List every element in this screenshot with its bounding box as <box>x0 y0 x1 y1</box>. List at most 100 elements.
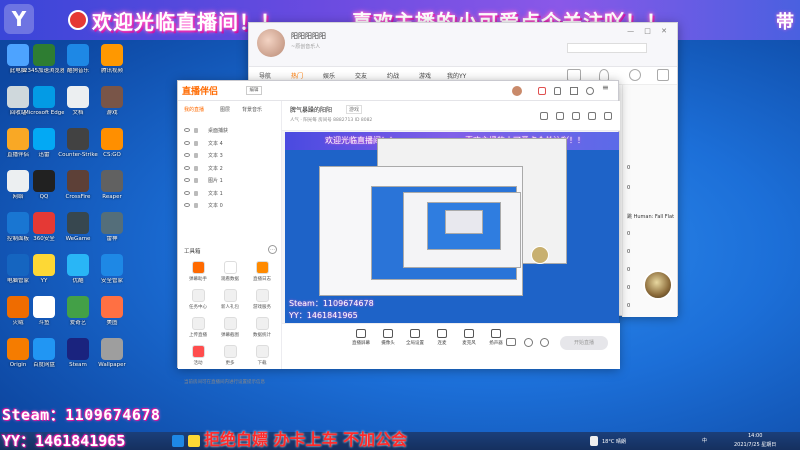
eye-icon[interactable] <box>184 190 190 195</box>
bell-icon[interactable] <box>586 87 594 95</box>
tool-item[interactable]: 弹幕截图 <box>216 317 244 338</box>
desktop-icon[interactable]: 美图 <box>92 296 132 327</box>
tool-item[interactable]: 数据统计 <box>248 317 276 338</box>
record-icon[interactable] <box>506 338 516 346</box>
tool-item[interactable]: 下载 <box>248 345 276 366</box>
window-controls[interactable]: — □ ✕ <box>627 27 671 35</box>
gear-icon[interactable] <box>540 338 549 347</box>
ime-indicator[interactable]: 中 <box>702 437 707 444</box>
group-icon[interactable] <box>629 69 641 81</box>
live-streamer-window[interactable]: 直播伴侣 编辑 ≡ 我的直播 图层 背景音乐 桌面捕获 文本 4 文本 3 文本 2 图… <box>177 80 620 385</box>
skin-icon[interactable] <box>570 87 578 95</box>
tool-icon <box>223 345 237 358</box>
streamer-avatar[interactable] <box>512 86 522 96</box>
app-icon <box>33 86 55 108</box>
control-button[interactable]: 全局设置 <box>400 329 430 346</box>
flag-icon[interactable] <box>572 112 580 120</box>
control-label: 全局设置 <box>406 341 424 346</box>
source-item[interactable]: 文本 3 <box>184 150 276 162</box>
source-item[interactable]: 图片 1 <box>184 175 276 187</box>
nav-item-5[interactable]: 游戏 <box>419 71 431 80</box>
control-button[interactable]: 麦克风 <box>454 329 484 346</box>
lock-icon[interactable] <box>194 203 198 208</box>
taskbar-edge-icon[interactable] <box>172 435 184 447</box>
lock-icon[interactable] <box>194 140 198 146</box>
gift-icon[interactable] <box>538 87 546 95</box>
desktop-icon[interactable]: Wallpaper <box>92 338 132 369</box>
yy-search-input[interactable] <box>567 43 647 53</box>
gift-box-icon[interactable] <box>556 112 564 120</box>
lock-icon[interactable] <box>194 165 198 171</box>
source-item[interactable]: 文本 1 <box>184 188 276 200</box>
clock-time[interactable]: 14:00 <box>748 433 762 439</box>
timer-icon[interactable] <box>524 338 533 347</box>
tool-item[interactable]: 弹幕助手 <box>184 261 212 282</box>
room-category-tag[interactable]: 游戏 <box>346 105 363 114</box>
control-button[interactable]: 连麦 <box>427 329 457 346</box>
lock-icon[interactable] <box>194 128 198 133</box>
control-button[interactable]: 摄像头 <box>373 329 403 346</box>
channel-icon[interactable] <box>657 69 669 81</box>
nav-item-2[interactable]: 娱乐 <box>323 71 335 80</box>
control-button[interactable]: 直播屏幕 <box>346 329 376 346</box>
nav-item-1[interactable]: 热门 <box>291 71 303 80</box>
lock-icon[interactable] <box>194 153 198 158</box>
tool-item[interactable]: 新人礼包 <box>216 289 244 310</box>
taskbar-yy-icon[interactable] <box>188 435 200 447</box>
tool-item[interactable]: 上传直播 <box>184 317 212 338</box>
desktop-icon-label: 游戏 <box>106 110 118 116</box>
taskbar-tray-icon[interactable] <box>590 436 598 446</box>
eye-icon[interactable] <box>184 128 190 132</box>
eye-icon[interactable] <box>184 165 190 170</box>
eye-icon[interactable] <box>184 203 190 207</box>
desktop-icon[interactable]: 雷神 <box>92 212 132 243</box>
desktop-icon[interactable]: 腾讯视频 <box>92 44 132 75</box>
desktop-icon[interactable]: CS:GO <box>92 128 132 159</box>
settings-icon[interactable] <box>604 112 612 120</box>
weather-text[interactable]: 18°C 晴朗 <box>602 438 626 445</box>
lock-icon[interactable] <box>554 87 561 95</box>
eye-icon[interactable] <box>184 140 190 145</box>
app-icon <box>67 254 89 276</box>
source-item[interactable]: 文本 4 <box>184 138 276 150</box>
stream-preview[interactable]: 欢迎光临直播间！！ 喜欢主播的小可爱点个关注吖！！ Steam：11096746… <box>285 132 619 323</box>
tool-item[interactable]: 任务中心 <box>184 289 212 310</box>
clock-date[interactable]: 2021/7/25 星期日 <box>734 441 776 448</box>
desktop-icon[interactable]: 游戏 <box>92 86 132 117</box>
desktop-icon[interactable]: Reaper <box>92 170 132 201</box>
source-item[interactable]: 文本 0 <box>184 200 276 212</box>
source-item[interactable]: 桌面捕获 <box>184 125 276 137</box>
eye-icon[interactable] <box>184 178 190 182</box>
game-human-fall-flat[interactable]: 跳 Human: Fall Flat <box>627 213 674 220</box>
nav-item-4[interactable]: 约战 <box>387 71 399 80</box>
lock-icon[interactable] <box>194 190 198 196</box>
control-label: 麦克风 <box>462 341 476 346</box>
share-icon[interactable] <box>540 112 548 120</box>
camera-icon[interactable] <box>588 112 596 120</box>
tool-item[interactable]: 直播日志 <box>248 261 276 282</box>
eye-icon[interactable] <box>184 153 190 157</box>
tool-item[interactable]: 游戏服务 <box>248 289 276 310</box>
menu-icon[interactable]: ≡ <box>602 83 609 92</box>
desktop-icon[interactable]: 安全管家 <box>92 254 132 285</box>
tab-layers[interactable]: 图层 <box>220 106 230 113</box>
nav-item-0[interactable]: 导航 <box>259 71 271 80</box>
banner-badge-icon <box>68 10 88 30</box>
app-icon <box>33 44 55 66</box>
start-live-button[interactable]: 开始直播 <box>560 336 608 350</box>
tool-item[interactable]: 观看数据 <box>216 261 244 282</box>
tool-item[interactable]: 更多 <box>216 345 244 366</box>
lock-icon[interactable] <box>194 178 198 183</box>
toolbox-more-icon[interactable]: … <box>268 245 277 254</box>
tool-item[interactable]: 活动 <box>184 345 212 366</box>
tab-my-live[interactable]: 我的直播 <box>184 106 204 113</box>
app-icon <box>101 170 123 192</box>
edit-button[interactable]: 编辑 <box>246 86 262 95</box>
nav-item-6[interactable]: 我的YY <box>447 71 466 80</box>
floating-avatar[interactable] <box>643 270 673 300</box>
nav-item-3[interactable]: 交友 <box>355 71 367 80</box>
desktop: Y 欢迎光临直播间！！ 喜欢主播的小可爱点个关注吖！！ 带 此电脑2345加速浏… <box>0 0 800 450</box>
tab-bgm[interactable]: 背景音乐 <box>242 106 262 113</box>
source-item[interactable]: 文本 2 <box>184 163 276 175</box>
user-avatar[interactable] <box>257 29 285 57</box>
